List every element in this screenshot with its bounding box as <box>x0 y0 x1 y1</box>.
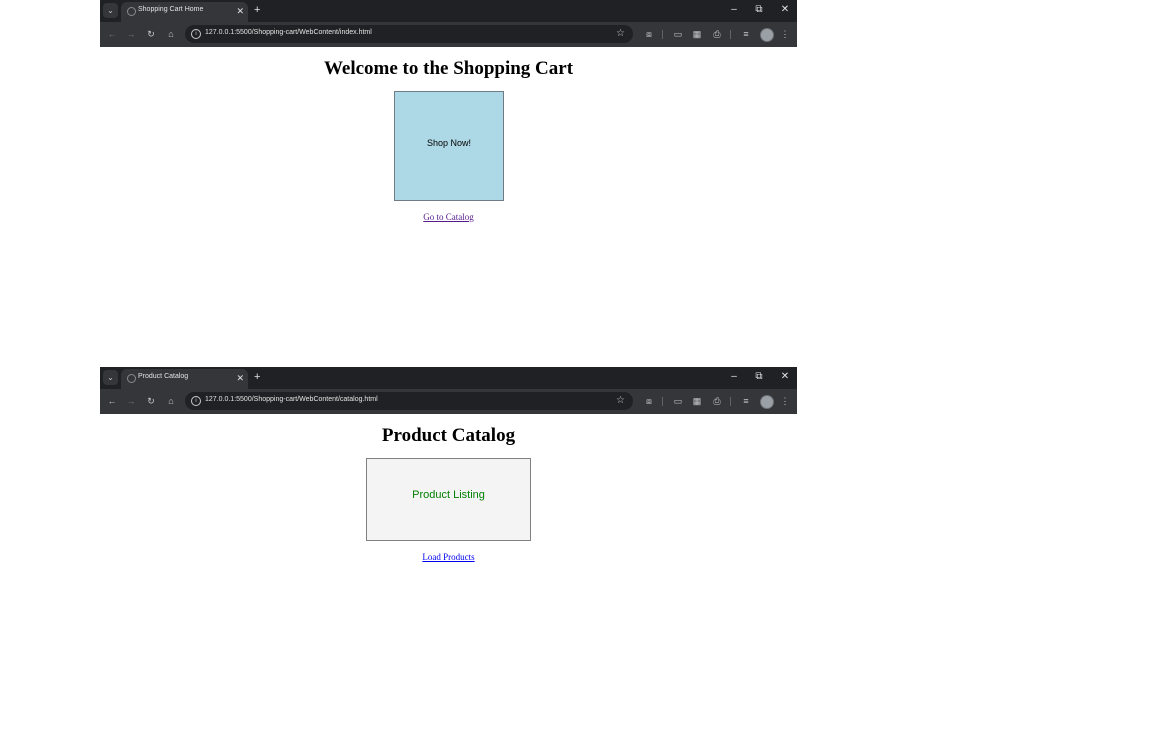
tab-title: Shopping Cart Home <box>138 6 204 13</box>
forward-arrow-icon[interactable]: → <box>125 395 137 407</box>
reload-icon[interactable]: ↻ <box>145 395 157 407</box>
address-bar[interactable]: i 127.0.0.1:5500/Shopping-cart/WebConten… <box>185 392 633 410</box>
go-to-catalog-link[interactable]: Go to Catalog <box>100 212 797 222</box>
chevron-down-icon: ⌄ <box>107 6 114 15</box>
toolbar-divider <box>730 397 731 406</box>
tab-search-button[interactable]: ⌄ <box>103 3 118 18</box>
globe-icon <box>127 374 136 383</box>
media-icon[interactable]: ▭ <box>672 28 684 40</box>
product-listing-box: Product Listing <box>366 458 531 541</box>
print-icon[interactable]: ⎙ <box>711 395 723 407</box>
puzzle-icon[interactable]: ⧈ <box>643 395 655 407</box>
restore-button[interactable]: ⧉ <box>753 371 765 383</box>
home-icon[interactable]: ⌂ <box>165 395 177 407</box>
load-products-link[interactable]: Load Products <box>100 552 797 562</box>
title-bar: ⌄ Product Catalog ✕ + – ⧉ ✕ <box>100 367 797 389</box>
tab-search-button[interactable]: ⌄ <box>103 370 118 385</box>
url-text[interactable]: 127.0.0.1:5500/Shopping-cart/WebContent/… <box>205 396 378 403</box>
tab-shopping-cart-home[interactable]: Shopping Cart Home ✕ <box>121 2 248 22</box>
product-listing-label: Product Listing <box>412 489 485 501</box>
chevron-down-icon: ⌄ <box>107 373 114 382</box>
kebab-menu-icon[interactable]: ⋮ <box>779 28 791 40</box>
media-icon[interactable]: ▭ <box>672 395 684 407</box>
site-info-icon[interactable]: i <box>191 396 201 406</box>
reading-list-icon[interactable]: ≡ <box>740 395 752 407</box>
shop-now-box[interactable]: Shop Now! <box>394 91 504 201</box>
tab-title: Product Catalog <box>138 373 189 380</box>
page-title: Welcome to the Shopping Cart <box>323 58 574 79</box>
title-bar: ⌄ Shopping Cart Home ✕ + – ⧉ ✕ <box>100 0 797 22</box>
kebab-menu-icon[interactable]: ⋮ <box>779 395 791 407</box>
back-arrow-icon[interactable]: ← <box>106 28 118 40</box>
toolbar-divider <box>662 30 663 39</box>
home-icon[interactable]: ⌂ <box>165 28 177 40</box>
page-content: Product Catalog Product Listing Load Pro… <box>100 414 797 734</box>
close-window-button[interactable]: ✕ <box>779 4 791 16</box>
apps-icon[interactable]: ▦ <box>691 395 703 407</box>
close-window-button[interactable]: ✕ <box>779 371 791 383</box>
back-arrow-icon[interactable]: ← <box>106 395 118 407</box>
navigation-bar: ← → ↻ ⌂ i 127.0.0.1:5500/Shopping-cart/W… <box>100 22 797 47</box>
reading-list-icon[interactable]: ≡ <box>740 28 752 40</box>
restore-button[interactable]: ⧉ <box>753 4 765 16</box>
tab-close-icon[interactable]: ✕ <box>236 5 244 17</box>
print-icon[interactable]: ⎙ <box>711 28 723 40</box>
browser-window-catalog: ⌄ Product Catalog ✕ + – ⧉ ✕ ← → ↻ ⌂ i 12… <box>100 367 797 734</box>
tab-close-icon[interactable]: ✕ <box>236 372 244 384</box>
address-bar[interactable]: i 127.0.0.1:5500/Shopping-cart/WebConten… <box>185 25 633 43</box>
browser-window-home: ⌄ Shopping Cart Home ✕ + – ⧉ ✕ ← → ↻ ⌂ i… <box>100 0 797 367</box>
avatar[interactable] <box>760 28 774 42</box>
navigation-bar: ← → ↻ ⌂ i 127.0.0.1:5500/Shopping-cart/W… <box>100 389 797 414</box>
apps-icon[interactable]: ▦ <box>691 28 703 40</box>
tab-product-catalog[interactable]: Product Catalog ✕ <box>121 369 248 389</box>
page-content: Welcome to the Shopping Cart Shop Now! G… <box>100 47 797 367</box>
minimize-button[interactable]: – <box>728 4 740 16</box>
toolbar-divider <box>662 397 663 406</box>
minimize-button[interactable]: – <box>728 371 740 383</box>
url-text[interactable]: 127.0.0.1:5500/Shopping-cart/WebContent/… <box>205 29 372 36</box>
forward-arrow-icon[interactable]: → <box>125 28 137 40</box>
globe-icon <box>127 7 136 16</box>
page-title: Product Catalog <box>381 425 516 446</box>
site-info-icon[interactable]: i <box>191 29 201 39</box>
toolbar-divider <box>730 30 731 39</box>
avatar[interactable] <box>760 395 774 409</box>
new-tab-button[interactable]: + <box>254 371 260 383</box>
star-icon[interactable]: ☆ <box>616 27 625 40</box>
reload-icon[interactable]: ↻ <box>145 28 157 40</box>
star-icon[interactable]: ☆ <box>616 394 625 407</box>
new-tab-button[interactable]: + <box>254 4 260 16</box>
shop-now-label: Shop Now! <box>426 138 472 148</box>
puzzle-icon[interactable]: ⧈ <box>643 28 655 40</box>
